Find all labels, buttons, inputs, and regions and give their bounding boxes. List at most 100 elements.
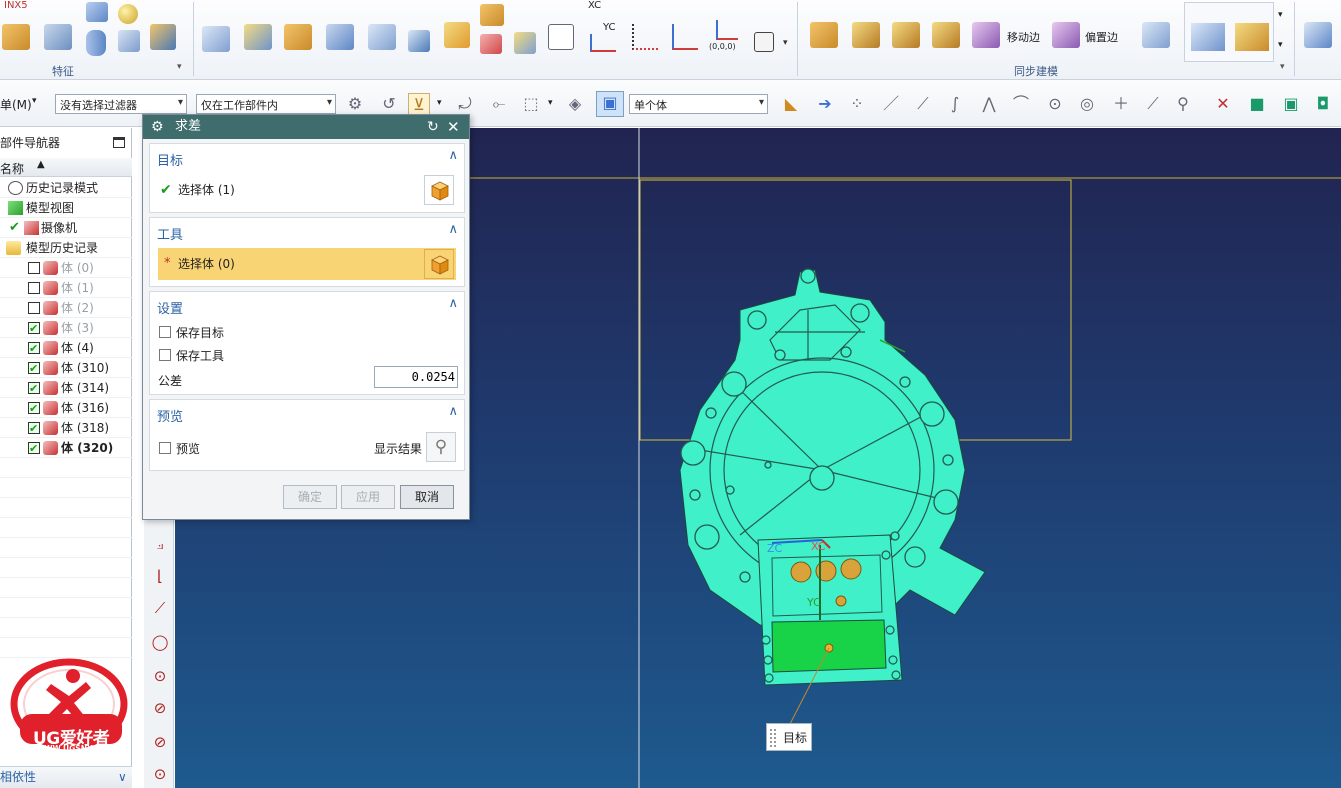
keep-target-checkbox[interactable] [159,326,171,338]
circle-center-icon[interactable]: ⊙ [1044,93,1066,115]
tree-item-body[interactable]: 体 (1) [0,278,132,298]
arc-tool-icon[interactable]: ⟓ [150,534,170,554]
tree-item-model-history[interactable]: 模型历史记录 [0,238,132,258]
maximize-icon[interactable] [113,137,125,148]
dependencies-panel[interactable]: 相依性 ∨ [0,766,132,788]
corner-tool-icon[interactable]: ⌊ [150,566,170,586]
gallery-more-icon[interactable]: ▾ [1278,40,1283,50]
cancel-button[interactable]: 取消 [400,485,454,509]
draft-icon[interactable] [284,24,312,50]
extra-tool-icon[interactable] [1304,22,1332,48]
sweep-icon[interactable] [514,32,536,54]
scope-combo[interactable]: 仅在工作部件内 [196,94,336,114]
rect-select-icon[interactable]: ⬚ [520,93,542,115]
csys-icon[interactable] [590,34,616,52]
surface-icon[interactable] [1235,23,1269,51]
sort-ascending-icon[interactable]: ▲ [37,159,45,170]
replace-face-icon[interactable] [932,22,960,48]
general-filter-icon[interactable]: ⊻ [408,93,430,115]
arc-icon[interactable]: ⌒ [1010,93,1032,115]
datum-plane-icon[interactable] [548,24,574,50]
section-heading[interactable]: 设置 [157,298,183,317]
arrow-icon[interactable]: ➔ [814,93,836,115]
visibility-checkbox[interactable] [28,339,40,359]
select-all-icon[interactable]: ⚙ [344,93,366,115]
pull-face-icon[interactable] [852,22,880,48]
ok-button[interactable]: 确定 [283,485,337,509]
line-endpoint-icon[interactable]: ⟋ [912,93,934,115]
block-icon[interactable] [86,2,108,22]
column-header[interactable]: 名称 ▲ [0,158,132,177]
circle-point-tool-icon[interactable]: ⊙ [150,666,170,686]
cone-icon[interactable] [118,30,140,52]
tree-item-body[interactable]: 体 (2) [0,298,132,318]
visibility-checkbox[interactable] [28,419,40,439]
preview-checkbox[interactable] [159,442,171,454]
line-icon[interactable]: ／ [880,93,902,115]
sphere-icon[interactable] [118,4,138,24]
gallery-up-icon[interactable]: ▾ [1278,10,1283,20]
apply-button[interactable]: 应用 [341,485,395,509]
select-body-button[interactable] [424,249,454,279]
circle-diameter-tool-icon[interactable]: ⊘ [150,732,170,752]
plane-dropdown-icon[interactable]: ▾ [783,38,788,48]
face-rule-icon[interactable]: ◣ [780,93,802,115]
section-heading[interactable]: 目标 [157,150,183,169]
visibility-checkbox[interactable] [28,319,40,339]
fillet-tool-icon[interactable]: ⟋ [150,598,170,618]
dialog-titlebar[interactable]: ⚙ 求差 ↻ ✕ [143,115,469,139]
intersection-icon[interactable]: ＋ [1110,93,1132,115]
circle-tangent-tool-icon[interactable]: ⊘ [150,698,170,718]
tree-item-body[interactable]: 体 (3) [0,318,132,339]
extrude-icon[interactable] [2,24,30,50]
circle-center-tool-icon[interactable]: ⊙ [150,764,170,784]
section-heading[interactable]: 预览 [157,406,183,425]
menu-button[interactable]: 单(M) [0,96,32,113]
tree-item-body[interactable]: 体 (316) [0,398,132,419]
surface-icon[interactable] [1191,23,1225,51]
menu-dropdown-icon[interactable]: ▾ [32,96,37,106]
reset-icon[interactable]: ↻ [427,115,439,139]
tree-item-body[interactable]: 体 (320) [0,438,132,459]
filter-dropdown-icon[interactable]: ▾ [437,98,442,108]
tool-select-row[interactable]: * 选择体 (0) [158,248,456,280]
tree-item-history-mode[interactable]: 历史记录模式 [0,178,132,198]
section-heading[interactable]: 工具 [157,224,183,243]
tree-item-body[interactable]: 体 (318) [0,418,132,439]
point-cloud-icon[interactable]: ⁘ [846,93,868,115]
select-body-button[interactable] [424,175,454,205]
body-subtract-icon[interactable]: ▣ [1280,93,1302,115]
tree-item-body[interactable]: 体 (310) [0,358,132,379]
tangent-icon[interactable]: ⟋ [1142,93,1164,115]
chamfer-icon[interactable] [244,24,272,50]
offset-edge-label[interactable]: 偏置边 [1085,29,1118,45]
sketch-curve-icon[interactable]: ⟜ [488,93,510,115]
gear-icon[interactable]: ⚙ [151,115,164,139]
visibility-checkbox[interactable] [28,302,40,314]
shell-icon[interactable] [326,24,354,50]
target-select-row[interactable]: ✔ 选择体 (1) [158,174,456,206]
move-face-icon[interactable] [810,22,838,48]
offset-region-icon[interactable] [892,22,920,48]
body-select-icon[interactable]: ▣ [596,91,624,117]
curve-icon[interactable]: ∫ [944,93,966,115]
visibility-checkbox[interactable] [28,379,40,399]
hole-icon[interactable] [44,24,72,50]
body-unite-icon[interactable]: ■ [1246,93,1268,115]
move-edge-icon[interactable] [972,22,1000,48]
group-expand-icon[interactable]: ▾ [1280,62,1285,72]
keep-tool-checkbox[interactable] [159,349,171,361]
tree-item-model-views[interactable]: 模型视图 [0,198,132,218]
tree-item-body[interactable]: 体 (4) [0,338,132,359]
visibility-checkbox[interactable] [28,439,40,459]
revolve-icon[interactable] [150,24,176,50]
polyline-icon[interactable]: ⋀ [978,93,1000,115]
mesh-surface-icon[interactable] [480,34,502,54]
emboss-icon[interactable] [444,22,470,48]
tree-item-body[interactable]: 体 (0) [0,258,132,278]
collapse-icon[interactable]: ∧ [448,222,458,237]
visibility-checkbox[interactable] [28,399,40,419]
visibility-checkbox[interactable] [28,282,40,294]
move-edge-label[interactable]: 移动边 [1007,29,1040,45]
csys-rotate-icon[interactable] [672,24,698,50]
